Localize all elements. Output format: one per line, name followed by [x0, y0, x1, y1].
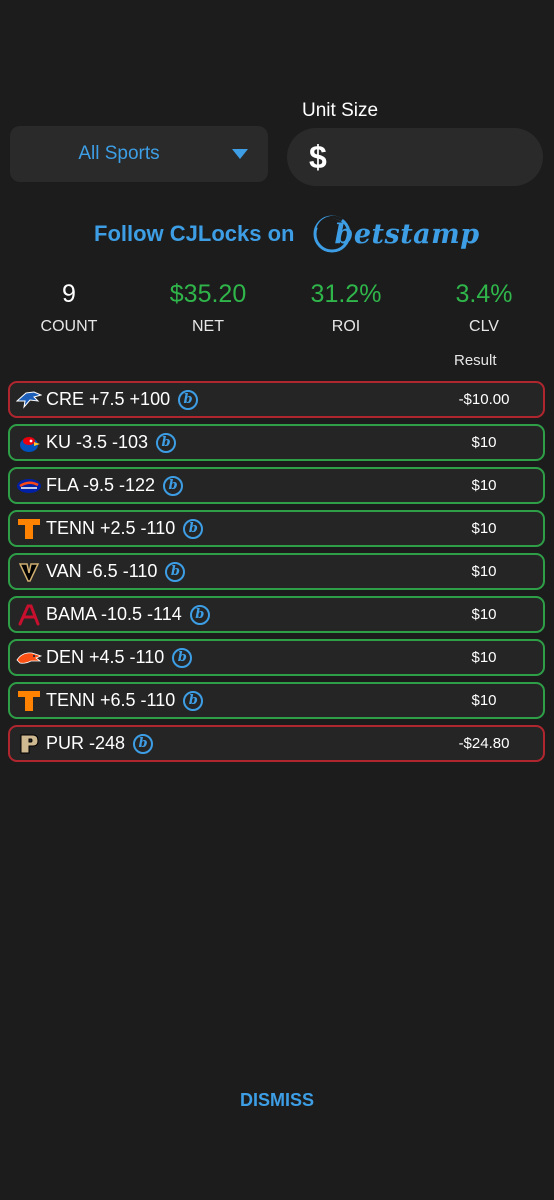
bet-row[interactable]: DEN +4.5 -110 b $10 — [8, 639, 545, 676]
betstamp-badge-icon[interactable]: b — [189, 604, 210, 625]
betstamp-badge-icon[interactable]: b — [172, 647, 193, 668]
bet-description: DEN +4.5 -110 — [46, 647, 165, 667]
bet-description: VAN -6.5 -110 — [46, 561, 158, 581]
florida-gator-icon — [16, 473, 42, 499]
bet-description: FLA -9.5 -122 — [46, 475, 156, 495]
alabama-a-icon — [16, 602, 42, 628]
follow-link[interactable]: Follow CJLocks on betstamp — [94, 215, 480, 253]
kansas-jayhawk-icon — [16, 430, 42, 456]
bet-description: PUR -248 — [46, 733, 126, 753]
bet-description: KU -3.5 -103 — [46, 432, 149, 452]
bet-description: BAMA -10.5 -114 — [46, 604, 182, 624]
stat-roi-value: 31.2% — [310, 280, 382, 308]
bet-description: TENN +6.5 -110 — [46, 690, 176, 710]
bet-result: $10 — [471, 692, 497, 709]
unit-size-label: Unit Size — [302, 100, 379, 121]
bet-row[interactable]: BAMA -10.5 -114 b $10 — [8, 596, 545, 633]
purdue-p-icon — [16, 731, 42, 757]
currency-symbol: $ — [309, 138, 327, 175]
stat-roi-label: ROI — [331, 318, 361, 335]
bet-row[interactable]: TENN +6.5 -110 b $10 — [8, 682, 545, 719]
bet-result: $10 — [471, 477, 497, 494]
betstamp-badge-icon[interactable]: b — [183, 690, 204, 711]
betstamp-badge-icon[interactable]: b — [178, 389, 199, 410]
bet-row[interactable]: CRE +7.5 +100 b -$10.00 — [8, 381, 545, 418]
betstamp-badge-icon[interactable]: b — [133, 733, 154, 754]
unit-size-input[interactable]: $ — [287, 128, 543, 186]
result-column-header: Result — [454, 352, 497, 369]
stat-count-value: 9 — [62, 280, 76, 308]
betstamp-wordmark: betstamp — [334, 218, 480, 250]
bet-result: $10 — [471, 606, 497, 623]
betstamp-badge-icon[interactable]: b — [156, 432, 177, 453]
bet-row[interactable]: FLA -9.5 -122 b $10 — [8, 467, 545, 504]
stat-count-label: COUNT — [40, 318, 98, 335]
dismiss-button[interactable]: DISMISS — [0, 1090, 554, 1111]
betstamp-badge-icon[interactable]: b — [165, 561, 186, 582]
betstamp-logo: betstamp — [312, 214, 479, 254]
denver-broncos-icon — [16, 645, 42, 671]
bet-description: TENN +2.5 -110 — [46, 518, 176, 538]
bet-description: CRE +7.5 +100 — [46, 389, 171, 409]
stat-clv-value: 3.4% — [455, 280, 513, 308]
bet-result: $10 — [471, 520, 497, 537]
bet-row[interactable]: KU -3.5 -103 b $10 — [8, 424, 545, 461]
follow-text: Follow CJLocks on — [94, 221, 295, 246]
stat-net-value: $35.20 — [169, 280, 247, 308]
sport-filter-label: All Sports — [78, 143, 160, 164]
stat-clv-label: CLV — [469, 318, 499, 335]
bet-row[interactable]: VAN -6.5 -110 b $10 — [8, 553, 545, 590]
bet-result: $10 — [471, 434, 497, 451]
bet-result: -$10.00 — [458, 391, 510, 408]
stat-net-label: NET — [192, 318, 224, 335]
bet-row[interactable]: TENN +2.5 -110 b $10 — [8, 510, 545, 547]
tennessee-t-icon — [16, 516, 42, 542]
chevron-down-icon — [232, 149, 248, 159]
bet-result: $10 — [471, 649, 497, 666]
sport-filter-dropdown[interactable]: All Sports — [10, 126, 268, 182]
vanderbilt-v-icon — [16, 559, 42, 585]
creighton-bluejay-icon — [16, 387, 42, 413]
bet-result: -$24.80 — [458, 735, 510, 752]
tennessee-t-icon — [16, 688, 42, 714]
betstamp-badge-icon[interactable]: b — [183, 518, 204, 539]
bet-result: $10 — [471, 563, 497, 580]
bet-row[interactable]: PUR -248 b -$24.80 — [8, 725, 545, 762]
betstamp-badge-icon[interactable]: b — [163, 475, 184, 496]
